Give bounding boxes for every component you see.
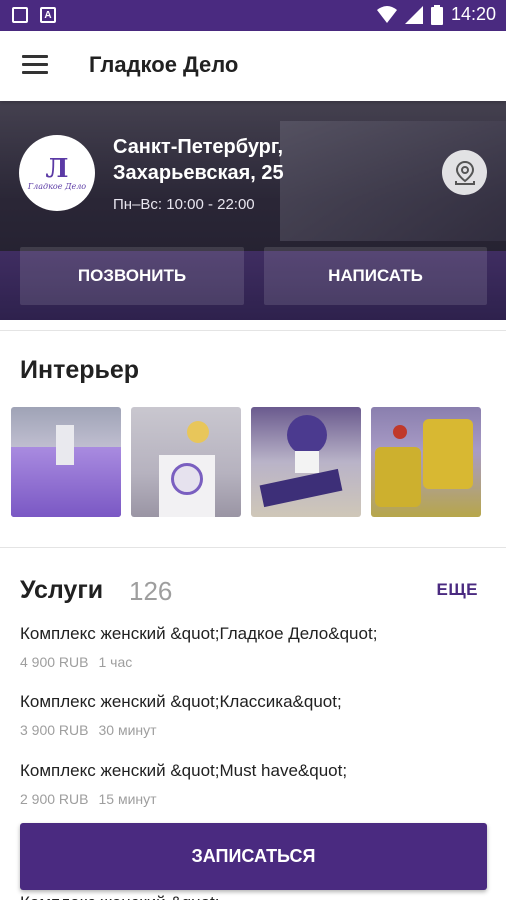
salon-hours: Пн–Вс: 10:00 - 22:00 bbox=[113, 196, 255, 213]
service-name-partial: Комплекс женский &quot; bbox=[20, 893, 220, 900]
service-price: 4 900 RUB bbox=[20, 654, 89, 670]
divider bbox=[0, 547, 506, 548]
salon-logo: Л Гладкое Дело bbox=[19, 135, 95, 211]
service-price: 3 900 RUB bbox=[20, 722, 89, 738]
interior-photo-4[interactable] bbox=[371, 407, 481, 517]
status-time: 14:20 bbox=[450, 4, 496, 24]
divider bbox=[0, 330, 506, 331]
service-duration: 30 минут bbox=[98, 722, 157, 738]
logo-text: Гладкое Дело bbox=[27, 181, 87, 191]
service-duration: 1 час bbox=[98, 654, 133, 670]
more-services-link[interactable]: ЕЩЕ bbox=[436, 580, 478, 600]
interior-title: Интерьер bbox=[20, 356, 140, 384]
logo-mark: Л bbox=[45, 153, 69, 184]
service-price: 2 900 RUB bbox=[20, 791, 89, 807]
service-name[interactable]: Комплекс женский &quot;Must have&quot; bbox=[20, 761, 347, 781]
interior-photo-3[interactable] bbox=[251, 407, 361, 517]
app-bar: Гладкое Дело bbox=[0, 31, 506, 101]
service-meta: 3 900 RUB 30 минут bbox=[20, 722, 157, 738]
service-duration: 15 минут bbox=[98, 791, 157, 807]
page-title: Гладкое Дело bbox=[89, 52, 239, 77]
book-button[interactable]: ЗАПИСАТЬСЯ bbox=[20, 823, 487, 890]
image-icon bbox=[12, 7, 28, 23]
interior-photo-2[interactable] bbox=[131, 407, 241, 517]
signal-icon bbox=[404, 5, 423, 24]
map-pin-icon[interactable] bbox=[442, 150, 487, 195]
call-button[interactable]: ПОЗВОНИТЬ bbox=[20, 247, 244, 305]
service-name[interactable]: Комплекс женский &quot;Классика&quot; bbox=[20, 692, 342, 712]
menu-icon[interactable] bbox=[22, 55, 48, 77]
battery-icon bbox=[430, 4, 443, 25]
write-button[interactable]: НАПИСАТЬ bbox=[264, 247, 487, 305]
service-meta: 4 900 RUB 1 час bbox=[20, 654, 132, 670]
status-bar: A 14:20 bbox=[0, 0, 506, 31]
service-name[interactable]: Комплекс женский &quot;Гладкое Дело&quot… bbox=[20, 624, 377, 644]
wifi-icon bbox=[376, 5, 397, 23]
a-badge-icon: A bbox=[40, 7, 56, 23]
service-meta: 2 900 RUB 15 минут bbox=[20, 791, 157, 807]
services-count: 126 bbox=[129, 576, 173, 606]
services-title: Услуги bbox=[20, 576, 104, 604]
interior-photo-1[interactable] bbox=[11, 407, 121, 517]
salon-address: Санкт-Петербург, Захарьевская, 25 bbox=[113, 136, 284, 184]
